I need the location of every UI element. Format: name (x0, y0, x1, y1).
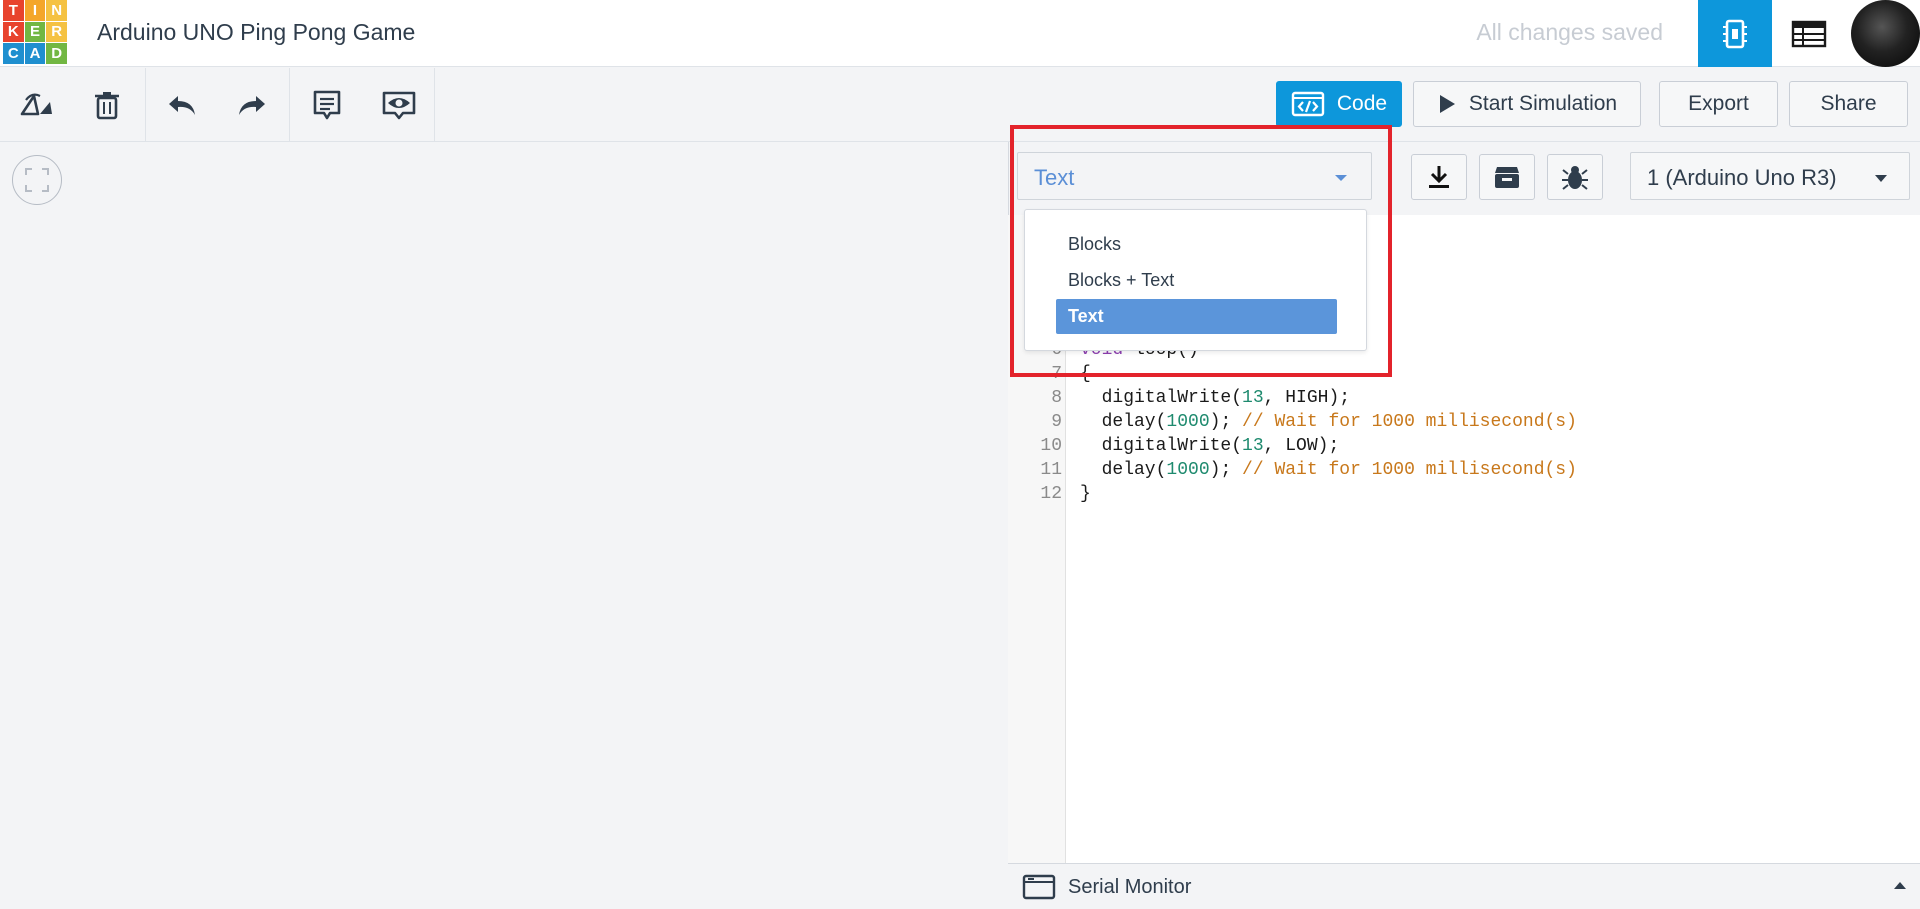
code-number: 13 (1242, 388, 1264, 408)
serial-monitor-bar[interactable]: Serial Monitor (1008, 863, 1920, 909)
delete-button[interactable] (84, 82, 130, 128)
download-code-button[interactable] (1411, 154, 1467, 200)
play-icon (1439, 95, 1455, 113)
user-avatar[interactable] (1851, 0, 1920, 67)
share-label: Share (1820, 92, 1877, 115)
start-simulation-label: Start Simulation (1468, 92, 1618, 115)
code-text: , HIGH); (1263, 388, 1351, 408)
logo-letter: C (3, 43, 24, 64)
code-text: , LOW); (1263, 436, 1340, 456)
code-text: ); (1209, 412, 1243, 432)
code-text: digitalWrite( (1080, 388, 1243, 408)
board-select-value: 1 (Arduino Uno R3) (1647, 165, 1837, 190)
code-text: digitalWrite( (1080, 436, 1243, 456)
archive-box-icon (1495, 167, 1519, 188)
tinkercad-app: TIN KER CAD Arduino UNO Ping Pong Game All… (0, 0, 1920, 909)
toolbar-divider (434, 68, 435, 141)
logo-letter: A (24, 43, 46, 64)
logo-letter: D (46, 43, 67, 64)
toolbar-divider (289, 68, 290, 141)
code-number: 1000 (1166, 412, 1210, 432)
code-number: 1000 (1166, 460, 1210, 480)
notes-button[interactable] (304, 82, 350, 128)
code-text: delay( (1080, 412, 1167, 432)
chevron-up-icon[interactable] (1894, 882, 1906, 889)
undo-icon (169, 96, 195, 115)
export-button[interactable]: Export (1659, 81, 1778, 127)
libraries-button[interactable] (1479, 154, 1535, 200)
note-icon (313, 90, 341, 120)
code-text: delay( (1080, 460, 1167, 480)
debugger-button[interactable] (1547, 154, 1603, 200)
start-simulation-button[interactable]: Start Simulation (1413, 81, 1641, 127)
serial-monitor-label: Serial Monitor (1068, 876, 1192, 898)
rotate-icon (20, 93, 52, 116)
toggle-notes-visibility-button[interactable] (376, 82, 422, 128)
code-number: 13 (1242, 436, 1264, 456)
redo-icon (239, 96, 265, 115)
code-button[interactable]: Code (1276, 81, 1402, 127)
project-title[interactable]: Arduino UNO Ping Pong Game (97, 19, 415, 46)
line-number: 9 (1051, 412, 1062, 432)
logo-letter: R (46, 21, 67, 43)
download-icon (1429, 166, 1449, 188)
code-window-icon (1291, 91, 1325, 117)
code-button-label: Code (1336, 92, 1388, 115)
code-line: } (1080, 484, 1091, 504)
logo-letter: I (24, 0, 46, 21)
trash-icon (95, 92, 119, 120)
board-select[interactable]: 1 (Arduino Uno R3) (1630, 152, 1910, 200)
circuit-board-icon (1723, 19, 1747, 48)
redo-button[interactable] (229, 82, 275, 128)
logo-letter: T (3, 0, 24, 21)
annotation-highlight-box (1010, 125, 1392, 377)
line-number: 8 (1051, 388, 1062, 408)
code-comment: // Wait for 1000 millisecond(s) (1242, 412, 1577, 432)
logo-letter: E (24, 21, 46, 43)
code-line: delay(1000); // Wait for 1000 millisecon… (1080, 412, 1577, 432)
tinkercad-logo[interactable]: TIN KER CAD (3, 0, 67, 64)
save-status: All changes saved (1476, 19, 1663, 45)
table-list-icon (1791, 20, 1827, 47)
bug-icon (1562, 166, 1588, 190)
fit-view-icon (25, 168, 49, 192)
undo-button[interactable] (159, 82, 205, 128)
code-line: delay(1000); // Wait for 1000 millisecon… (1080, 460, 1577, 480)
line-number: 11 (1040, 460, 1062, 480)
code-line: digitalWrite(13, HIGH); (1080, 388, 1350, 408)
schematic-view-button[interactable] (1772, 0, 1846, 67)
eye-icon (382, 91, 416, 120)
rotate-button[interactable] (14, 82, 60, 128)
logo-letter: K (3, 21, 24, 43)
zoom-to-fit-button[interactable] (12, 155, 62, 205)
code-line: digitalWrite(13, LOW); (1080, 436, 1340, 456)
share-button[interactable]: Share (1789, 81, 1908, 127)
export-label: Export (1688, 92, 1749, 115)
code-comment: // Wait for 1000 millisecond(s) (1242, 460, 1577, 480)
line-number: 10 (1040, 436, 1062, 456)
logo-letter: N (46, 0, 67, 21)
circuit-view-button[interactable] (1698, 0, 1772, 67)
terminal-window-icon (1022, 874, 1056, 900)
toolbar-divider (145, 68, 146, 141)
code-text: ); (1209, 460, 1243, 480)
top-header: TIN KER CAD Arduino UNO Ping Pong Game All… (0, 0, 1920, 67)
chevron-down-icon (1875, 175, 1887, 182)
line-number: 12 (1040, 484, 1062, 504)
